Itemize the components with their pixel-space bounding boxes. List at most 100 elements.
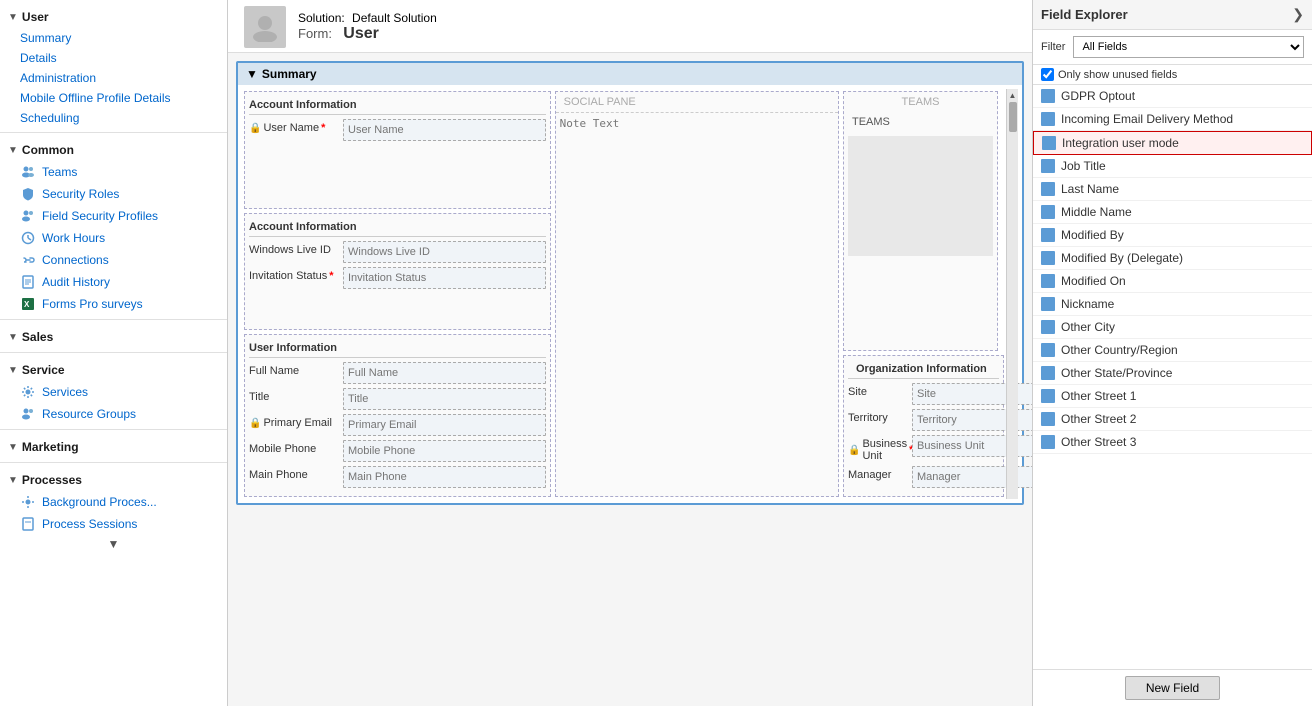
sidebar-section-sales-label: Sales [22, 330, 53, 344]
sidebar-item-background-process[interactable]: Background Proces... [0, 491, 227, 513]
fe-item-job-title[interactable]: Job Title [1033, 155, 1312, 178]
field-row-business-unit: 🔒 Business Unit * [848, 435, 999, 462]
triangle-icon-service: ▼ [8, 365, 18, 376]
fe-item-icon-other-street-2 [1041, 412, 1055, 426]
lock-icon-username: 🔒 [249, 123, 261, 134]
sidebar-item-field-security[interactable]: Field Security Profiles [0, 205, 227, 227]
field-explorer-collapse[interactable]: ❯ [1292, 6, 1304, 23]
triangle-icon: ▼ [8, 12, 18, 23]
user-info-section: User Information Full Name Title [244, 334, 551, 497]
fe-item-text-modified-by-delegate: Modified By (Delegate) [1061, 251, 1183, 265]
fe-item-other-street-2[interactable]: Other Street 2 [1033, 408, 1312, 431]
fe-item-text-other-street-1: Other Street 1 [1061, 389, 1136, 403]
sidebar-item-background-process-label: Background Proces... [42, 495, 157, 509]
fe-item-text-other-street-3: Other Street 3 [1061, 435, 1136, 449]
excel-icon: X [20, 296, 36, 312]
fe-item-incoming-email[interactable]: Incoming Email Delivery Method [1033, 108, 1312, 131]
fe-item-other-country[interactable]: Other Country/Region [1033, 339, 1312, 362]
sidebar-item-security-roles-label: Security Roles [42, 187, 119, 201]
fe-item-icon-other-street-3 [1041, 435, 1055, 449]
invitation-status-input[interactable] [343, 267, 546, 289]
fe-item-icon-modified-by [1041, 228, 1055, 242]
org-info-label: Organization Information [848, 360, 999, 379]
fe-item-other-state[interactable]: Other State/Province [1033, 362, 1312, 385]
sidebar-item-work-hours[interactable]: Work Hours [0, 227, 227, 249]
divider-3 [0, 352, 227, 353]
scroll-up-icon[interactable]: ▲ [1009, 91, 1017, 100]
note-text-area[interactable] [556, 113, 838, 193]
sidebar-item-work-hours-label: Work Hours [42, 231, 105, 245]
sidebar-section-sales: ▼ Sales [0, 324, 227, 348]
org-info-section: Organization Information Site Territory [843, 355, 1004, 497]
solution-name: Default Solution [352, 11, 437, 25]
sidebar-section-user: ▼ User [0, 4, 227, 28]
fe-item-modified-on[interactable]: Modified On [1033, 270, 1312, 293]
fullname-input[interactable] [343, 362, 546, 384]
triangle-icon-sales: ▼ [8, 332, 18, 343]
services-icon [20, 384, 36, 400]
fe-item-other-city[interactable]: Other City [1033, 316, 1312, 339]
sidebar-item-administration[interactable]: Administration [0, 68, 227, 88]
divider-2 [0, 319, 227, 320]
sidebar-item-audit-history-label: Audit History [42, 275, 110, 289]
primary-email-input[interactable] [343, 414, 546, 436]
fe-item-text-other-street-2: Other Street 2 [1061, 412, 1136, 426]
fe-item-last-name[interactable]: Last Name [1033, 178, 1312, 201]
fe-item-nickname[interactable]: Nickname [1033, 293, 1312, 316]
req-star-username: * [321, 122, 325, 134]
header-text: Solution: Default Solution Form: User [298, 11, 437, 43]
fe-item-modified-by-delegate[interactable]: Modified By (Delegate) [1033, 247, 1312, 270]
sidebar-item-security-roles[interactable]: Security Roles [0, 183, 227, 205]
windows-live-input[interactable] [343, 241, 546, 263]
only-unused-checkbox[interactable] [1041, 68, 1054, 81]
sidebar-section-common-label: Common [22, 143, 74, 157]
new-field-button[interactable]: New Field [1125, 676, 1220, 700]
summary-label: Summary [262, 67, 317, 81]
field-row-title: Title [249, 388, 546, 410]
field-row-mobile-phone: Mobile Phone [249, 440, 546, 462]
username-input[interactable] [343, 119, 546, 141]
account-info-2-label: Account Information [249, 218, 546, 237]
filter-select[interactable]: All Fields Custom Fields System Fields [1073, 36, 1304, 58]
sidebar-section-processes-label: Processes [22, 473, 82, 487]
field-row-main-phone: Main Phone [249, 466, 546, 488]
field-explorer-filter-row: Filter All Fields Custom Fields System F… [1033, 30, 1312, 65]
fe-item-text-other-state: Other State/Province [1061, 366, 1172, 380]
sidebar-item-services[interactable]: Services [0, 381, 227, 403]
sidebar-item-summary[interactable]: Summary [0, 28, 227, 48]
fe-item-other-street-1[interactable]: Other Street 1 [1033, 385, 1312, 408]
fe-item-integration-user-mode[interactable]: Integration user mode [1033, 131, 1312, 155]
sidebar-item-mobile-offline[interactable]: Mobile Offline Profile Details [0, 88, 227, 108]
sidebar-item-teams[interactable]: Teams [0, 161, 227, 183]
summary-section: ▼ Summary Account Information 🔒 User Nam… [236, 61, 1024, 505]
fe-item-icon-email [1041, 112, 1055, 126]
divider-5 [0, 462, 227, 463]
title-input[interactable] [343, 388, 546, 410]
main-phone-input[interactable] [343, 466, 546, 488]
fe-item-gdpr-optout[interactable]: GDPR Optout [1033, 85, 1312, 108]
fe-item-middle-name[interactable]: Middle Name [1033, 201, 1312, 224]
fe-item-icon-integration [1042, 136, 1056, 150]
resource-groups-icon [20, 406, 36, 422]
sidebar-item-scheduling[interactable]: Scheduling [0, 108, 227, 128]
fe-item-other-street-3[interactable]: Other Street 3 [1033, 431, 1312, 454]
sidebar-item-resource-groups[interactable]: Resource Groups [0, 403, 227, 425]
sidebar-item-connections[interactable]: Connections [0, 249, 227, 271]
background-process-icon [20, 494, 36, 510]
sidebar-scroll-down[interactable]: ▼ [0, 535, 227, 553]
sidebar-item-process-sessions[interactable]: Process Sessions [0, 513, 227, 535]
form-scrollbar[interactable]: ▲ [1006, 89, 1018, 499]
filter-label: Filter [1041, 41, 1065, 53]
sidebar-item-details[interactable]: Details [0, 48, 227, 68]
sidebar-item-connections-label: Connections [42, 253, 109, 267]
sidebar-section-common: ▼ Common [0, 137, 227, 161]
sidebar-item-forms-pro-label: Forms Pro surveys [42, 297, 143, 311]
fe-item-modified-by[interactable]: Modified By [1033, 224, 1312, 247]
teams-header-top: TEAMS [844, 92, 997, 112]
sidebar-item-audit-history[interactable]: Audit History [0, 271, 227, 293]
only-unused-label: Only show unused fields [1058, 69, 1177, 81]
mobile-phone-input[interactable] [343, 440, 546, 462]
sidebar-item-forms-pro[interactable]: X Forms Pro surveys [0, 293, 227, 315]
fe-item-text-nickname: Nickname [1061, 297, 1114, 311]
sidebar-item-teams-label: Teams [42, 165, 77, 179]
